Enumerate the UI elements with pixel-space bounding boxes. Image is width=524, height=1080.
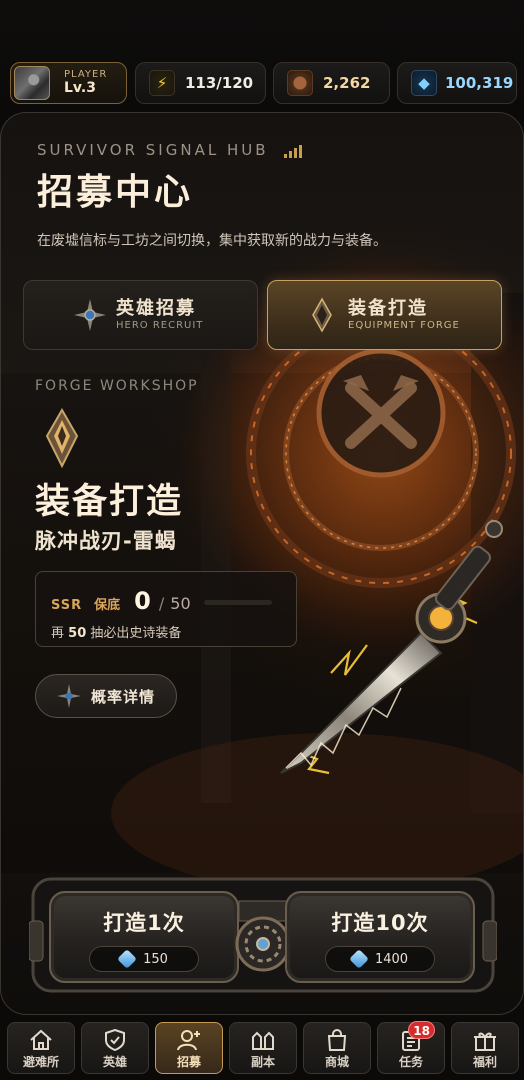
pity-hint-suffix: 抽必出史诗装备 bbox=[90, 626, 182, 641]
gem-icon: ◆ bbox=[411, 70, 437, 96]
ore-value: 2,262 bbox=[323, 74, 371, 92]
gift-icon bbox=[474, 1032, 496, 1051]
forge-ten-cost: 1400 bbox=[325, 946, 435, 972]
recruit-panel: SURVIVOR SIGNAL HUB 招募中心 在废墟信标与工坊之间切换，集中… bbox=[0, 112, 524, 1015]
nav-item-tasks-label: 任务 bbox=[398, 1055, 423, 1069]
gear-icon bbox=[235, 916, 291, 972]
resource-bar: PLAYER Lv.3 ⚡ 113/120 2,262 ◆ 100,319 bbox=[0, 0, 524, 110]
pity-max: 50 bbox=[170, 594, 191, 613]
tab-equipment-forge[interactable]: 装备打造 EQUIPMENT FORGE bbox=[267, 280, 502, 350]
nav-item-heroes-label: 英雄 bbox=[102, 1055, 127, 1069]
forge-crest-icon bbox=[312, 297, 332, 333]
shield-icon bbox=[105, 1029, 125, 1051]
forge-title: 装备打造 bbox=[35, 482, 184, 522]
nav-item-tasks[interactable]: 任务 18 bbox=[377, 1021, 445, 1074]
gem-counter[interactable]: ◆ 100,319 bbox=[397, 62, 517, 104]
pity-hint: 再 50 抽必出史诗装备 bbox=[51, 622, 181, 641]
player-profile[interactable]: PLAYER Lv.3 bbox=[10, 62, 127, 104]
pity-slash: / bbox=[158, 594, 165, 613]
lightning-icon: ⚡ bbox=[149, 70, 175, 96]
forge-ten-cost-value: 1400 bbox=[374, 951, 409, 967]
rate-details-button[interactable]: 概率详情 bbox=[35, 674, 177, 718]
pity-progress-bar bbox=[204, 600, 272, 605]
forge-once-cost-value: 150 bbox=[143, 951, 168, 967]
energy-value: 113/120 bbox=[185, 74, 254, 92]
shop-bag-icon bbox=[327, 1029, 347, 1051]
gem-icon bbox=[349, 949, 369, 969]
nav-item-dungeon[interactable]: 副本 bbox=[229, 1022, 297, 1074]
add-user-icon bbox=[177, 1030, 200, 1051]
nav-item-benefits-label: 福利 bbox=[472, 1055, 497, 1069]
tab-hero-recruit[interactable]: 英雄招募 HERO RECRUIT bbox=[23, 280, 258, 350]
nav-item-benefits[interactable]: 福利 bbox=[451, 1022, 519, 1074]
forge-once-button[interactable]: 打造1次 150 bbox=[49, 891, 239, 983]
energy-counter[interactable]: ⚡ 113/120 bbox=[135, 62, 266, 104]
nav-item-shop[interactable]: 商城 bbox=[303, 1022, 371, 1074]
ssr-pity-card: SSR 保底 0 / 50 再 50 抽必出史诗装备 bbox=[35, 571, 297, 647]
signal-strength-icon bbox=[284, 145, 302, 158]
forge-section-label: FORGE WORKSHOP bbox=[35, 378, 199, 394]
house-icon bbox=[30, 1029, 52, 1050]
nav-item-recruit-label: 招募 bbox=[176, 1055, 201, 1069]
task-count-badge: 18 bbox=[408, 1021, 435, 1039]
player-avatar[interactable] bbox=[14, 66, 50, 100]
gem-value: 100,319 bbox=[445, 74, 514, 92]
forge-console: 打造1次 150 打造10次 1400 bbox=[29, 871, 497, 1001]
tab-equipment-forge-label: 装备打造 bbox=[348, 297, 428, 319]
bottom-nav: 避难所 英雄 招募 副本 商城 任务 18 福利 bbox=[0, 1018, 524, 1080]
forge-emblem-icon bbox=[45, 408, 79, 468]
forge-ten-label: 打造10次 bbox=[331, 911, 429, 935]
compass-star-icon bbox=[57, 684, 81, 708]
nav-item-dungeon-label: 副本 bbox=[250, 1055, 275, 1069]
nav-item-shelter-label: 避难所 bbox=[22, 1055, 59, 1069]
forge-once-cost: 150 bbox=[89, 946, 199, 972]
player-level: Lv.3 bbox=[64, 79, 96, 96]
dungeon-icon bbox=[252, 1031, 274, 1050]
forge-once-label: 打造1次 bbox=[103, 911, 185, 935]
rate-details-label: 概率详情 bbox=[91, 687, 156, 706]
ssr-tag: SSR bbox=[51, 598, 83, 613]
nav-item-recruit[interactable]: 招募 bbox=[155, 1022, 223, 1074]
hub-subtitle: SURVIVOR SIGNAL HUB bbox=[37, 141, 269, 159]
page-title: 招募中心 bbox=[37, 172, 194, 213]
tab-equipment-forge-sublabel: EQUIPMENT FORGE bbox=[348, 319, 460, 331]
tab-hero-recruit-label: 英雄招募 bbox=[116, 297, 196, 319]
forge-ten-button[interactable]: 打造10次 1400 bbox=[285, 891, 475, 983]
tab-hero-recruit-sublabel: HERO RECRUIT bbox=[116, 319, 204, 331]
pity-label: 保底 bbox=[94, 598, 121, 613]
recruit-tabs: 英雄招募 HERO RECRUIT 装备打造 EQUIPMENT FORGE bbox=[23, 280, 503, 350]
nav-item-heroes[interactable]: 英雄 bbox=[81, 1022, 149, 1074]
nav-item-shop-label: 商城 bbox=[324, 1055, 349, 1069]
ore-counter[interactable]: 2,262 bbox=[273, 62, 390, 104]
gem-icon bbox=[117, 949, 137, 969]
compass-star-icon bbox=[74, 299, 106, 331]
nav-item-shelter[interactable]: 避难所 bbox=[7, 1022, 75, 1074]
featured-equipment-name: 脉冲战刃-雷蝎 bbox=[35, 529, 177, 553]
ore-icon bbox=[287, 70, 313, 96]
pity-current: 0 bbox=[134, 587, 151, 615]
pity-hint-count: 50 bbox=[68, 626, 87, 641]
page-description: 在废墟信标与工坊之间切换，集中获取新的战力与装备。 bbox=[37, 233, 387, 249]
pity-hint-prefix: 再 bbox=[51, 626, 65, 641]
